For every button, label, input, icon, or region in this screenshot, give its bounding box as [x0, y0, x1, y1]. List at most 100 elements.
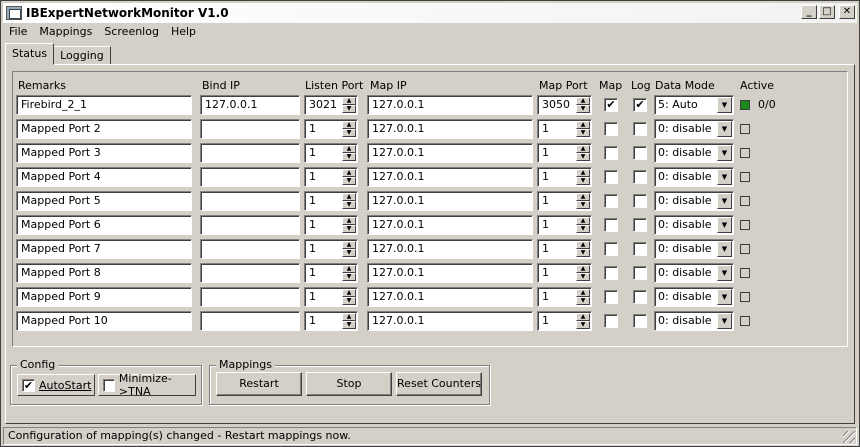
listen-port-arrows[interactable]: ▲ ▼	[342, 313, 356, 329]
arrow-up-icon[interactable]: ▲	[576, 313, 590, 321]
map-checkbox[interactable]: ✔	[604, 98, 618, 112]
listen-port-spinner[interactable]: 1 ▲ ▼	[304, 263, 358, 283]
log-checkbox[interactable]	[633, 266, 647, 280]
arrow-down-icon[interactable]: ▼	[576, 321, 590, 329]
log-checkbox[interactable]	[633, 290, 647, 304]
map-checkbox[interactable]	[604, 218, 618, 232]
listen-port-spinner[interactable]: 1 ▲ ▼	[304, 215, 358, 235]
arrow-up-icon[interactable]: ▲	[576, 217, 590, 225]
data-mode-select[interactable]: 0: disable ▼	[654, 215, 734, 235]
map-port-spinner[interactable]: 1 ▲ ▼	[537, 287, 592, 307]
map-port-arrows[interactable]: ▲ ▼	[576, 97, 590, 113]
map-port-spinner[interactable]: 1 ▲ ▼	[537, 263, 592, 283]
map-ip-input[interactable]: 127.0.0.1	[367, 215, 533, 235]
minimize-tna-toggle[interactable]: Minimize->TNA	[98, 372, 196, 398]
minimize-button[interactable]: _	[801, 5, 817, 19]
listen-port-arrows[interactable]: ▲ ▼	[342, 169, 356, 185]
arrow-down-icon[interactable]: ▼	[342, 153, 356, 161]
listen-port-arrows[interactable]: ▲ ▼	[342, 121, 356, 137]
map-port-arrows[interactable]: ▲ ▼	[576, 121, 590, 137]
map-port-spinner[interactable]: 1 ▲ ▼	[537, 311, 592, 331]
menu-mappings[interactable]: Mappings	[33, 24, 98, 42]
menu-screenlog[interactable]: Screenlog	[98, 24, 165, 42]
arrow-up-icon[interactable]: ▲	[342, 265, 356, 273]
arrow-down-icon[interactable]: ▼	[576, 129, 590, 137]
log-checkbox[interactable]	[633, 218, 647, 232]
remarks-input[interactable]: Mapped Port 9	[16, 287, 192, 307]
map-port-arrows[interactable]: ▲ ▼	[576, 145, 590, 161]
map-checkbox[interactable]	[604, 194, 618, 208]
arrow-down-icon[interactable]: ▼	[342, 297, 356, 305]
listen-port-arrows[interactable]: ▲ ▼	[342, 289, 356, 305]
arrow-up-icon[interactable]: ▲	[342, 97, 356, 105]
arrow-down-icon[interactable]: ▼	[576, 153, 590, 161]
chevron-down-icon[interactable]: ▼	[717, 217, 732, 233]
log-checkbox[interactable]	[633, 170, 647, 184]
map-checkbox[interactable]	[604, 242, 618, 256]
chevron-down-icon[interactable]: ▼	[717, 193, 732, 209]
arrow-down-icon[interactable]: ▼	[342, 105, 356, 113]
arrow-up-icon[interactable]: ▲	[576, 241, 590, 249]
arrow-up-icon[interactable]: ▲	[342, 217, 356, 225]
map-ip-input[interactable]: 127.0.0.1	[367, 143, 533, 163]
resize-grip-icon[interactable]	[843, 431, 855, 443]
remarks-input[interactable]: Mapped Port 10	[16, 311, 192, 331]
map-checkbox[interactable]	[604, 266, 618, 280]
data-mode-select[interactable]: 0: disable ▼	[654, 143, 734, 163]
chevron-down-icon[interactable]: ▼	[717, 169, 732, 185]
map-port-arrows[interactable]: ▲ ▼	[576, 217, 590, 233]
arrow-down-icon[interactable]: ▼	[342, 177, 356, 185]
arrow-up-icon[interactable]: ▲	[576, 169, 590, 177]
arrow-up-icon[interactable]: ▲	[342, 313, 356, 321]
map-port-spinner[interactable]: 1 ▲ ▼	[537, 143, 592, 163]
log-checkbox[interactable]	[633, 314, 647, 328]
arrow-up-icon[interactable]: ▲	[342, 193, 356, 201]
data-mode-select[interactable]: 5: Auto ▼	[654, 95, 734, 115]
tab-logging[interactable]: Logging	[53, 46, 111, 65]
remarks-input[interactable]: Mapped Port 7	[16, 239, 192, 259]
bind-ip-input[interactable]	[200, 143, 300, 163]
listen-port-spinner[interactable]: 3021 ▲ ▼	[304, 95, 358, 115]
arrow-down-icon[interactable]: ▼	[576, 177, 590, 185]
log-checkbox[interactable]	[633, 122, 647, 136]
chevron-down-icon[interactable]: ▼	[717, 121, 732, 137]
map-ip-input[interactable]: 127.0.0.1	[367, 311, 533, 331]
close-button[interactable]: ✕	[839, 5, 855, 19]
remarks-input[interactable]: Mapped Port 5	[16, 191, 192, 211]
bind-ip-input[interactable]	[200, 119, 300, 139]
chevron-down-icon[interactable]: ▼	[717, 313, 732, 329]
arrow-up-icon[interactable]: ▲	[342, 289, 356, 297]
arrow-down-icon[interactable]: ▼	[342, 225, 356, 233]
listen-port-spinner[interactable]: 1 ▲ ▼	[304, 143, 358, 163]
arrow-up-icon[interactable]: ▲	[342, 241, 356, 249]
bind-ip-input[interactable]	[200, 215, 300, 235]
maximize-button[interactable]: □	[819, 5, 835, 19]
data-mode-select[interactable]: 0: disable ▼	[654, 167, 734, 187]
arrow-up-icon[interactable]: ▲	[576, 121, 590, 129]
chevron-down-icon[interactable]: ▼	[717, 289, 732, 305]
data-mode-select[interactable]: 0: disable ▼	[654, 287, 734, 307]
arrow-up-icon[interactable]: ▲	[576, 265, 590, 273]
map-ip-input[interactable]: 127.0.0.1	[367, 119, 533, 139]
autostart-checkbox[interactable]: ✔	[22, 378, 35, 392]
chevron-down-icon[interactable]: ▼	[717, 241, 732, 257]
bind-ip-input[interactable]: 127.0.0.1	[200, 95, 300, 115]
remarks-input[interactable]: Mapped Port 6	[16, 215, 192, 235]
map-port-spinner[interactable]: 1 ▲ ▼	[537, 167, 592, 187]
data-mode-select[interactable]: 0: disable ▼	[654, 239, 734, 259]
map-ip-input[interactable]: 127.0.0.1	[367, 191, 533, 211]
log-checkbox[interactable]	[633, 146, 647, 160]
listen-port-arrows[interactable]: ▲ ▼	[342, 97, 356, 113]
minimize-tna-checkbox[interactable]	[103, 378, 115, 392]
arrow-up-icon[interactable]: ▲	[576, 289, 590, 297]
arrow-down-icon[interactable]: ▼	[576, 225, 590, 233]
reset-counters-button[interactable]: Reset Counters	[396, 372, 482, 396]
map-checkbox[interactable]	[604, 314, 618, 328]
map-checkbox[interactable]	[604, 146, 618, 160]
listen-port-arrows[interactable]: ▲ ▼	[342, 265, 356, 281]
arrow-up-icon[interactable]: ▲	[342, 121, 356, 129]
bind-ip-input[interactable]	[200, 263, 300, 283]
data-mode-select[interactable]: 0: disable ▼	[654, 311, 734, 331]
map-checkbox[interactable]	[604, 170, 618, 184]
map-ip-input[interactable]: 127.0.0.1	[367, 239, 533, 259]
